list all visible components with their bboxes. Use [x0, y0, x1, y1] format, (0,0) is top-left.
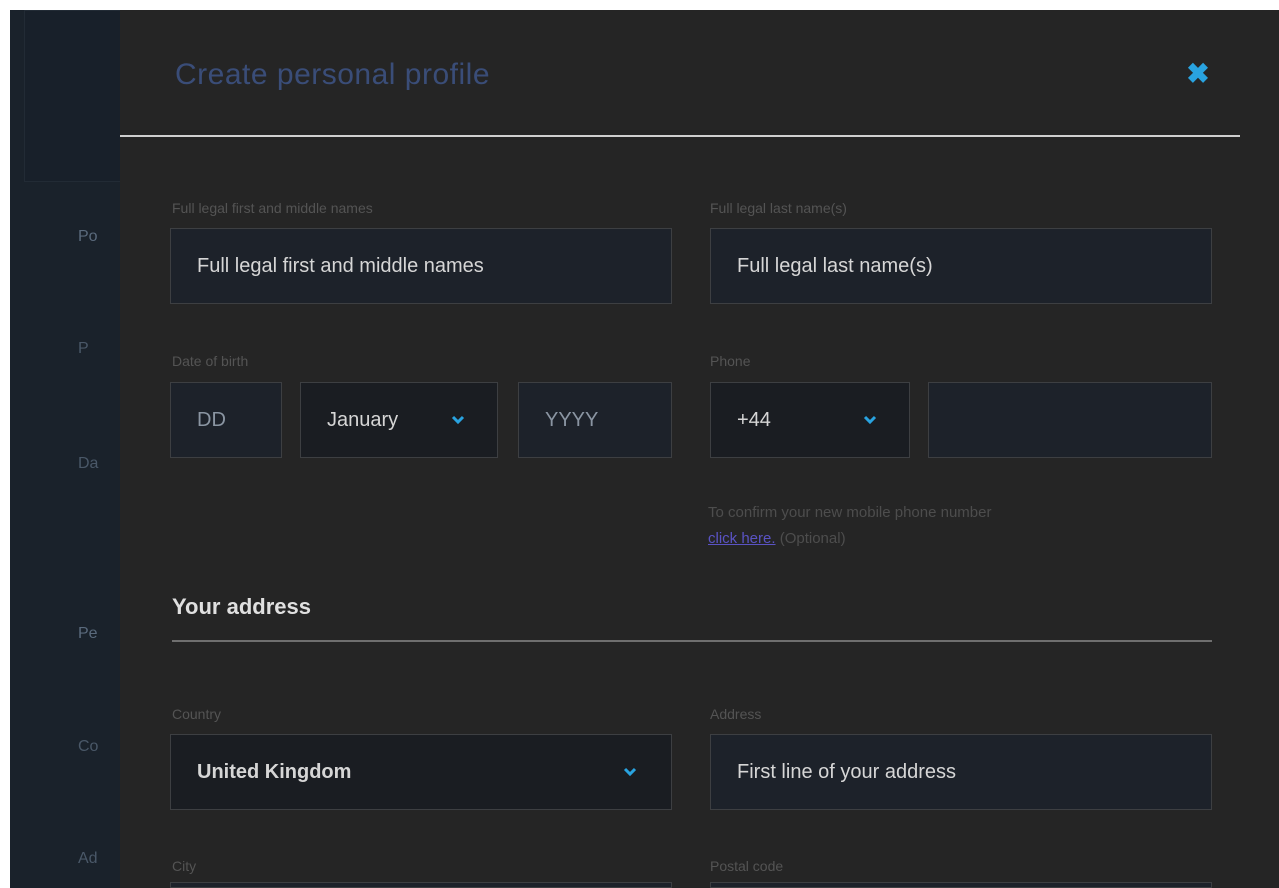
dob-day-placeholder: DD [197, 408, 226, 431]
phone-helper-text: To confirm your new mobile phone number … [708, 500, 1208, 552]
top-border [0, 0, 1279, 10]
dob-day-input[interactable]: DD [170, 382, 282, 458]
postal-code-label: Postal code [710, 858, 784, 874]
last-names-placeholder: Full legal last name(s) [737, 254, 933, 277]
country-value: United Kingdom [197, 760, 352, 783]
title-divider [120, 135, 1240, 137]
phone-country-code-value: +44 [737, 408, 771, 431]
background-label-5: Co [78, 738, 99, 755]
dob-label: Date of birth [172, 353, 249, 369]
address-input[interactable]: First line of your address [710, 734, 1212, 810]
phone-country-code-select[interactable]: +44 [710, 382, 910, 458]
chevron-down-icon [623, 765, 637, 779]
confirm-phone-link[interactable]: click here. [708, 530, 776, 547]
background-label-4: Pe [78, 625, 98, 642]
address-placeholder: First line of your address [737, 760, 956, 783]
address-section-heading: Your address [172, 594, 311, 619]
chevron-down-icon [863, 413, 877, 427]
create-profile-modal: Create personal profile ✖ Full legal fir… [120, 10, 1279, 888]
last-names-label: Full legal last name(s) [710, 200, 847, 216]
dob-year-placeholder: YYYY [545, 408, 599, 431]
phone-helper-optional: (Optional) [779, 530, 846, 547]
background-label-1: Po [78, 228, 98, 245]
close-button[interactable]: ✖ [1182, 58, 1214, 90]
phone-label: Phone [710, 353, 751, 369]
city-input[interactable] [170, 882, 672, 888]
dob-month-select[interactable]: January [300, 382, 498, 458]
first-names-placeholder: Full legal first and middle names [197, 254, 484, 277]
postal-code-input[interactable] [710, 882, 1212, 888]
country-label: Country [172, 706, 222, 722]
phone-helper-message: To confirm your new mobile phone number [708, 504, 992, 521]
chevron-down-icon [451, 413, 465, 427]
country-select[interactable]: United Kingdom [170, 734, 672, 810]
background-label-2: P [78, 340, 89, 357]
first-names-input[interactable]: Full legal first and middle names [170, 228, 672, 304]
dob-month-value: January [327, 408, 399, 431]
close-icon: ✖ [1186, 58, 1210, 89]
dob-year-input[interactable]: YYYY [518, 382, 672, 458]
city-label: City [172, 858, 197, 874]
address-section-divider [172, 640, 1212, 642]
background-label-3: Da [78, 455, 99, 472]
background-label-6: Ad [78, 850, 98, 867]
phone-number-input[interactable] [928, 382, 1212, 458]
modal-title: Create personal profile [175, 58, 491, 91]
first-names-label: Full legal first and middle names [172, 200, 373, 216]
left-border [0, 0, 10, 888]
last-names-input[interactable]: Full legal last name(s) [710, 228, 1212, 304]
address-label: Address [710, 706, 762, 722]
